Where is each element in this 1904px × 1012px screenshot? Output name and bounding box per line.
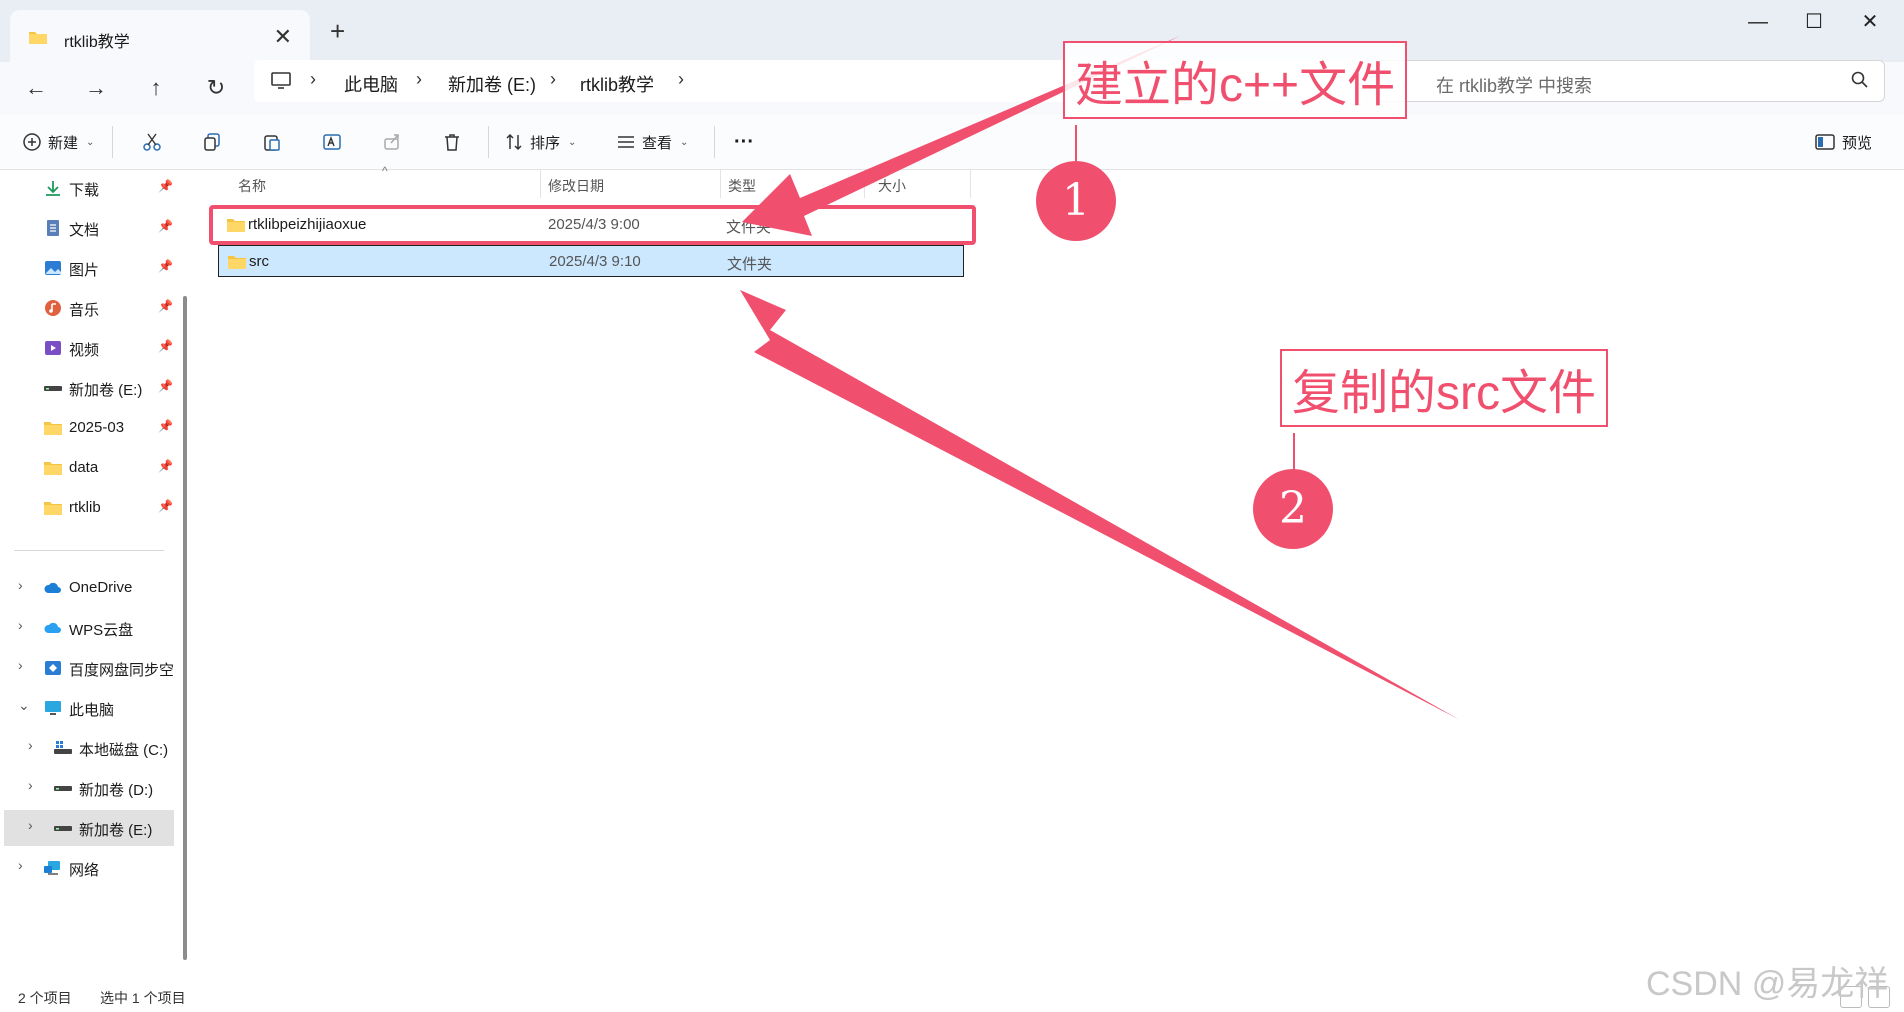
annotation-arrows [740, 36, 1460, 720]
annotation-number-1: 1 [1036, 161, 1116, 241]
annotation-number-2: 2 [1253, 469, 1333, 549]
annotation-label-1: 建立的c++文件 [1063, 41, 1408, 119]
annotation-label-2: 复制的src文件 [1280, 349, 1608, 427]
watermark: CSDN @易龙祥 [1646, 965, 1889, 1003]
annotation-connector [1293, 433, 1295, 473]
annotation-connector [1075, 125, 1077, 165]
